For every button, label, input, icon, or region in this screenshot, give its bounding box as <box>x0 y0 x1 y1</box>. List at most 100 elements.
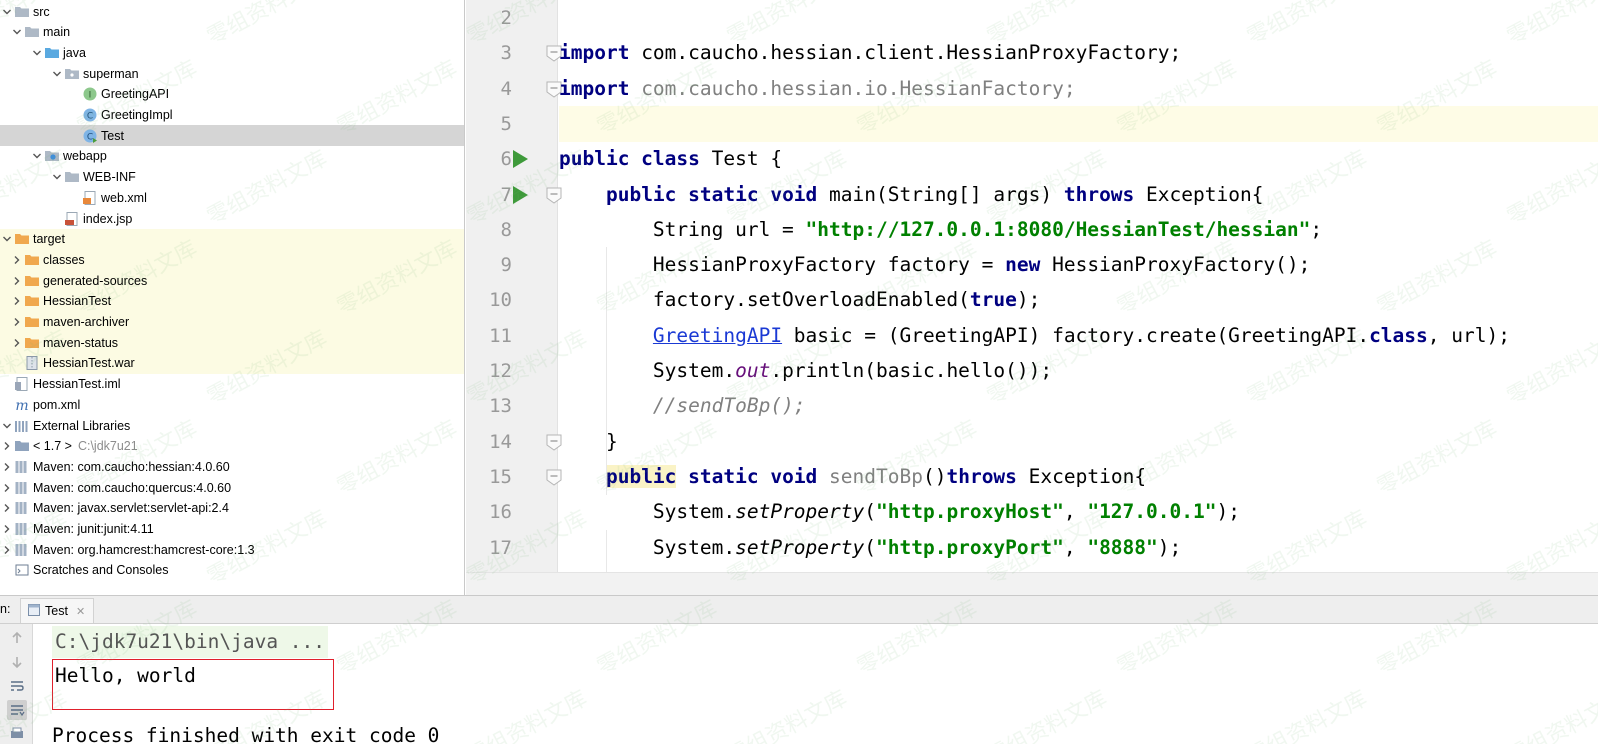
tree-item-label: maven-status <box>43 335 119 350</box>
arrow-up-icon[interactable] <box>7 628 27 648</box>
code-line[interactable] <box>559 0 1598 36</box>
editor-horizontal-scrollbar[interactable] <box>466 572 1598 595</box>
code-line[interactable]: HessianProxyFactory factory = new Hessia… <box>559 247 1598 283</box>
code-line[interactable]: System.out.println(basic.hello()); <box>559 353 1598 389</box>
chevron-right-icon[interactable] <box>0 498 14 519</box>
run-gutter-icon[interactable] <box>511 185 529 205</box>
tree-item[interactable]: src <box>0 1 464 22</box>
chevron-down-icon[interactable] <box>30 146 44 167</box>
code-line[interactable]: import com.caucho.hessian.client.Hessian… <box>559 35 1598 71</box>
code-line[interactable]: public static void main(String[] args) t… <box>559 177 1598 213</box>
chevron-down-icon[interactable] <box>50 167 64 188</box>
project-tree[interactable]: src main java superman I GreetingAPI C Greeting… <box>0 0 465 595</box>
chevron-right-icon[interactable] <box>10 270 24 291</box>
code-token: , <box>1063 500 1088 524</box>
tree-item[interactable]: HessianTest <box>0 290 464 312</box>
close-icon[interactable]: ✕ <box>76 605 85 618</box>
code-token: System. <box>559 500 736 524</box>
code-token: , <box>1063 535 1088 559</box>
scratches-icon <box>14 562 30 578</box>
tree-item[interactable]: target <box>0 228 464 250</box>
code-line[interactable]: System.setProperty("http.proxyPort", "88… <box>559 530 1598 566</box>
console-output[interactable]: C:\jdk7u21\bin\java ... Hello, world Pro… <box>34 624 1598 744</box>
chevron-right-icon[interactable] <box>10 312 24 333</box>
chevron-down-icon[interactable] <box>30 42 44 63</box>
tree-item[interactable]: maven-status <box>0 332 464 354</box>
code-line[interactable] <box>559 105 1598 142</box>
tree-item[interactable]: Maven: org.hamcrest:hamcrest-core:1.3 <box>0 539 464 560</box>
print-icon[interactable] <box>7 724 27 744</box>
chevron-down-icon[interactable] <box>0 229 14 250</box>
code-line[interactable]: public static void sendToBp()throws Exce… <box>559 459 1598 495</box>
tree-item[interactable]: WEB-INF <box>0 167 464 188</box>
line-number: 14 <box>489 430 512 453</box>
svg-text:C: C <box>87 112 93 122</box>
code-editor[interactable]: 2 3 4 5 6 7 8 9 10 11 12 13 14 15 16 17 import com.cauc… <box>466 0 1598 572</box>
tree-item[interactable]: Maven: com.caucho:quercus:4.0.60 <box>0 477 464 498</box>
code-token-stat: setProperty <box>735 535 865 559</box>
tree-item[interactable]: C Test <box>0 125 464 147</box>
tree-item[interactable]: webapp <box>0 146 464 167</box>
code-line[interactable]: public class Test { <box>559 141 1598 177</box>
code-token-unused: sendToBp <box>817 464 923 488</box>
code-line[interactable]: factory.setOverloadEnabled(true); <box>559 282 1598 318</box>
tree-item[interactable]: HessianTest.iml <box>0 374 464 395</box>
tree-item[interactable]: classes <box>0 249 464 271</box>
tree-item[interactable]: java <box>0 42 464 63</box>
chevron-right-icon[interactable] <box>10 291 24 312</box>
soft-wrap-icon[interactable] <box>7 676 27 696</box>
code-token: Test { <box>699 147 783 171</box>
indent-guide <box>606 247 607 284</box>
run-gutter-icon[interactable] <box>511 149 529 169</box>
chevron-down-icon[interactable] <box>0 1 14 22</box>
chevron-down-icon[interactable] <box>50 63 64 84</box>
code-token-lnk[interactable]: GreetingAPI <box>653 324 782 347</box>
chevron-down-icon[interactable] <box>10 22 24 43</box>
chevron-right-icon[interactable] <box>0 519 14 540</box>
chevron-right-icon[interactable] <box>0 539 14 560</box>
chevron-right-icon[interactable] <box>0 456 14 477</box>
code-line[interactable]: } <box>559 424 1598 460</box>
indent-guide <box>606 423 607 460</box>
code-line[interactable]: import com.caucho.hessian.io.HessianFact… <box>559 71 1598 107</box>
chevron-right-icon[interactable] <box>0 477 14 498</box>
code-line[interactable]: //sendToBp(); <box>559 388 1598 424</box>
tree-item[interactable]: Maven: com.caucho:hessian:4.0.60 <box>0 456 464 477</box>
tree-item[interactable]: < 1.7 > C:\jdk7u21 <box>0 436 464 457</box>
chevron-down-icon[interactable] <box>0 415 14 436</box>
tree-item[interactable]: HessianTest.war <box>0 352 464 374</box>
tree-item[interactable]: generated-sources <box>0 270 464 292</box>
arrow-down-icon[interactable] <box>7 652 27 672</box>
code-line[interactable]: String url = "http://127.0.0.1:8080/Hess… <box>559 212 1598 248</box>
code-line[interactable]: GreetingAPI basic = (GreetingAPI) factor… <box>559 318 1598 354</box>
tree-item[interactable]: main <box>0 22 464 43</box>
line-number: 10 <box>489 289 512 312</box>
tree-item[interactable]: maven-archiver <box>0 311 464 333</box>
line-number: 11 <box>489 324 512 347</box>
chevron-right-icon[interactable] <box>10 249 24 270</box>
tree-item[interactable]: Maven: javax.servlet:servlet-api:2.4 <box>0 498 464 519</box>
tree-item[interactable]: Scratches and Consoles <box>0 560 464 581</box>
tree-item-label: Test <box>101 128 124 143</box>
tree-item[interactable]: C GreetingImpl <box>0 105 464 126</box>
code-token: .println(basic.hello()); <box>770 359 1053 382</box>
run-tab-test[interactable]: Test ✕ <box>20 598 95 623</box>
tree-item[interactable]: superman <box>0 63 464 84</box>
editor-gutter[interactable]: 2 3 4 5 6 7 8 9 10 11 12 13 14 15 16 17 <box>466 0 562 572</box>
tree-item[interactable]: External Libraries <box>0 415 464 436</box>
tree-item[interactable]: I GreetingAPI <box>0 84 464 105</box>
tree-item[interactable]: index.jsp <box>0 208 464 229</box>
excluded-folder-icon <box>24 335 40 351</box>
svg-text:C: C <box>87 132 93 142</box>
chevron-right-icon[interactable] <box>0 436 14 457</box>
code-line[interactable]: System.setProperty("http.proxyHost", "12… <box>559 494 1598 530</box>
scroll-to-end-icon[interactable] <box>7 700 27 720</box>
code-token: Exception{ <box>1134 182 1264 206</box>
tree-item[interactable]: m pom.xml <box>0 394 464 415</box>
tree-item[interactable]: Maven: junit:junit:4.11 <box>0 519 464 540</box>
tree-item[interactable]: web.xml <box>0 187 464 208</box>
code-area[interactable]: import com.caucho.hessian.client.Hessian… <box>559 0 1598 572</box>
line-number: 13 <box>489 395 512 418</box>
chevron-right-icon[interactable] <box>10 332 24 353</box>
